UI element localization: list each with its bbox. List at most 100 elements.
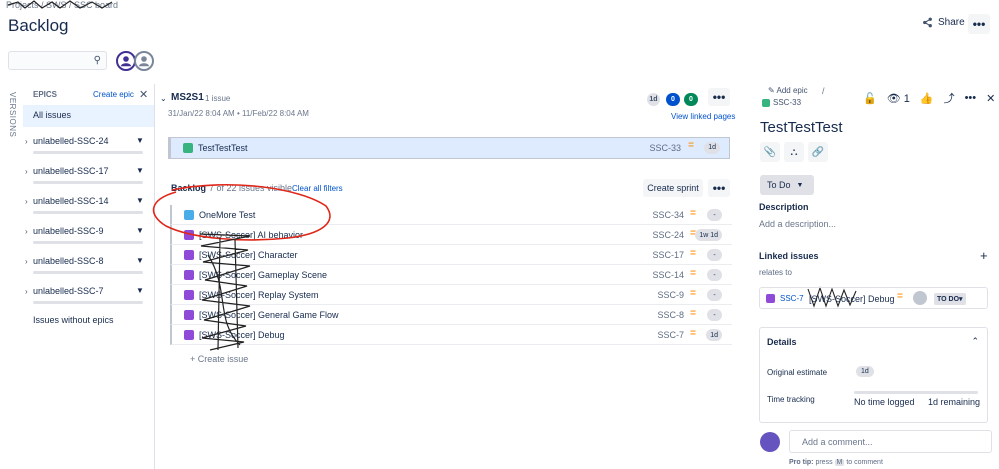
epic-icon xyxy=(184,270,194,280)
epic-icon xyxy=(184,290,194,300)
chevron-right-icon[interactable]: › xyxy=(25,197,28,206)
epic-icon xyxy=(184,330,194,340)
epic-item[interactable]: › unlabelled-SSC-24 ▼ xyxy=(23,134,154,160)
epics-heading: EPICS xyxy=(33,90,58,99)
chevron-down-icon[interactable]: ▼ xyxy=(136,256,144,265)
search-input[interactable]: ⚲ xyxy=(8,51,107,70)
status-dropdown[interactable]: To Do ▼ xyxy=(760,175,814,195)
issue-key[interactable]: SSC-8 xyxy=(657,310,684,320)
issue-key[interactable]: SSC-7 xyxy=(657,330,684,340)
chevron-down-icon[interactable]: ▼ xyxy=(136,226,144,235)
chevron-down-icon[interactable]: ▼ xyxy=(136,286,144,295)
all-issues-item[interactable]: All issues xyxy=(23,105,154,127)
chevron-down-icon[interactable]: ⌄ xyxy=(160,94,167,103)
chevron-up-icon[interactable]: ⌃ xyxy=(971,336,979,347)
epic-item[interactable]: › unlabelled-SSC-14 ▼ xyxy=(23,194,154,220)
selected-issue-row[interactable]: TestTestTest SSC-33 = 1d xyxy=(168,137,730,159)
issue-key[interactable]: SSC-17 xyxy=(652,250,684,260)
add-link-icon[interactable]: + xyxy=(980,248,988,263)
table-row[interactable]: [SWS-Soccer] Gameplay Scene SSC-14 = - xyxy=(170,265,732,285)
issue-key-link[interactable]: SSC-33 xyxy=(762,98,801,107)
progress-bar xyxy=(33,151,143,154)
table-row[interactable]: OneMore Test SSC-34 = - xyxy=(170,205,732,225)
avatar[interactable] xyxy=(116,51,136,71)
attach-button[interactable]: 📎 xyxy=(760,142,780,162)
chevron-right-icon[interactable]: › xyxy=(25,227,28,236)
linked-issue-status[interactable]: TO DO▾ xyxy=(934,293,966,305)
story-icon xyxy=(762,98,770,107)
comment-input[interactable]: Add a comment... xyxy=(789,430,992,453)
issue-key[interactable]: SSC-33 xyxy=(649,143,681,153)
watch-button[interactable]: 👁 1 xyxy=(887,92,910,105)
share-icon[interactable]: ⤴ xyxy=(944,90,955,106)
issues-without-epics-item[interactable]: Issues without epics xyxy=(33,315,114,325)
table-row[interactable]: [SWS-Soccer] Debug SSC-7 = 1d xyxy=(170,325,732,345)
linked-issue-key[interactable]: SSC-7 xyxy=(780,294,804,303)
table-row[interactable]: [SWS-Soccer] Character SSC-17 = - xyxy=(170,245,732,265)
chevron-down-icon: ▼ xyxy=(796,181,804,189)
linked-issue-card[interactable]: SSC-7 [SWS-Soccer] Debug = TO DO▾ xyxy=(759,287,988,309)
link-issue-button[interactable]: 🔗 xyxy=(808,142,828,162)
view-linked-pages-link[interactable]: View linked pages xyxy=(671,112,735,121)
chevron-right-icon[interactable]: › xyxy=(25,287,28,296)
detail-toolbar: 🔓 👁 1 👍 ⤴ ••• ✕ xyxy=(863,90,995,106)
issue-summary: TestTestTest xyxy=(198,143,248,153)
time-logged: No time logged xyxy=(854,397,915,407)
epic-item[interactable]: › unlabelled-SSC-9 ▼ xyxy=(23,224,154,250)
versions-tab[interactable]: VERSIONS xyxy=(8,92,17,137)
thumbs-up-icon[interactable]: 👍 xyxy=(920,92,934,105)
more-icon[interactable]: ••• xyxy=(965,92,977,104)
create-epic-link[interactable]: Create epic xyxy=(93,90,134,99)
issue-title[interactable]: TestTestTest xyxy=(760,119,843,136)
time-remaining: 1d remaining xyxy=(928,397,981,407)
description-field[interactable]: Add a description... xyxy=(759,219,836,229)
avatar xyxy=(760,432,780,452)
chevron-right-icon[interactable]: › xyxy=(25,257,28,266)
issue-key[interactable]: SSC-9 xyxy=(657,290,684,300)
table-row[interactable]: [SWS-Soccer] Replay System SSC-9 = - xyxy=(170,285,732,305)
more-actions-button[interactable]: ••• xyxy=(968,14,990,34)
chevron-down-icon[interactable]: ▼ xyxy=(136,136,144,145)
backlog-more-button[interactable]: ••• xyxy=(708,179,730,197)
create-issue-button[interactable]: + Create issue xyxy=(190,354,248,364)
child-issue-button[interactable]: ⛬ xyxy=(784,142,804,162)
sprint-dates: 31/Jan/22 8:04 AM • 11/Feb/22 8:04 AM xyxy=(168,109,309,118)
create-sprint-button[interactable]: Create sprint xyxy=(643,179,703,197)
chevron-down-icon[interactable]: ▼ xyxy=(136,166,144,175)
chevron-down-icon[interactable]: ▼ xyxy=(136,196,144,205)
sprint-issue-count: 1 issue xyxy=(205,94,231,103)
add-epic-link[interactable]: ✎ Add epic xyxy=(768,86,808,95)
time-tracking-bar[interactable] xyxy=(854,391,978,394)
status-label: To Do xyxy=(767,180,791,190)
avatar[interactable] xyxy=(134,51,154,71)
priority-medium-icon: = xyxy=(690,308,696,319)
linked-issue-summary: [SWS-Soccer] Debug xyxy=(809,294,895,304)
clear-filters-link[interactable]: Clear all filters xyxy=(292,184,343,193)
issue-key[interactable]: SSC-34 xyxy=(652,210,684,220)
issue-summary: [SWS-Soccer] Gameplay Scene xyxy=(199,270,328,280)
watch-count: 1 xyxy=(903,92,910,105)
details-section: Details ⌃ Original estimate 1d Time trac… xyxy=(759,327,988,423)
sprint-name: MS2S1 xyxy=(171,92,204,103)
estimate-badge: - xyxy=(707,269,722,281)
lock-icon[interactable]: 🔓 xyxy=(863,92,877,105)
epic-item[interactable]: › unlabelled-SSC-7 ▼ xyxy=(23,284,154,310)
epic-item[interactable]: › unlabelled-SSC-8 ▼ xyxy=(23,254,154,280)
issue-summary: [SWS-Soccer] General Game Flow xyxy=(199,310,339,320)
close-icon[interactable]: ✕ xyxy=(986,92,995,105)
table-row[interactable]: [SWS-Soccer] AI behavior SSC-24 = 1w 1d xyxy=(170,225,732,245)
sprint-more-button[interactable]: ••• xyxy=(708,88,730,106)
epic-item[interactable]: › unlabelled-SSC-17 ▼ xyxy=(23,164,154,190)
share-button[interactable]: Share xyxy=(922,17,965,28)
chevron-down-icon: ▾ xyxy=(959,296,963,303)
breadcrumb[interactable]: Projects / SWS / SSC board xyxy=(6,0,118,10)
table-row[interactable]: [SWS-Soccer] General Game Flow SSC-8 = - xyxy=(170,305,732,325)
close-icon[interactable]: ✕ xyxy=(139,88,148,101)
time-tracking-label: Time tracking xyxy=(767,395,815,404)
issue-key[interactable]: SSC-14 xyxy=(652,270,684,280)
original-estimate-value[interactable]: 1d xyxy=(856,366,874,377)
epic-label: unlabelled-SSC-14 xyxy=(33,196,109,206)
chevron-right-icon[interactable]: › xyxy=(25,167,28,176)
issue-key[interactable]: SSC-24 xyxy=(652,230,684,240)
chevron-right-icon[interactable]: › xyxy=(25,137,28,146)
